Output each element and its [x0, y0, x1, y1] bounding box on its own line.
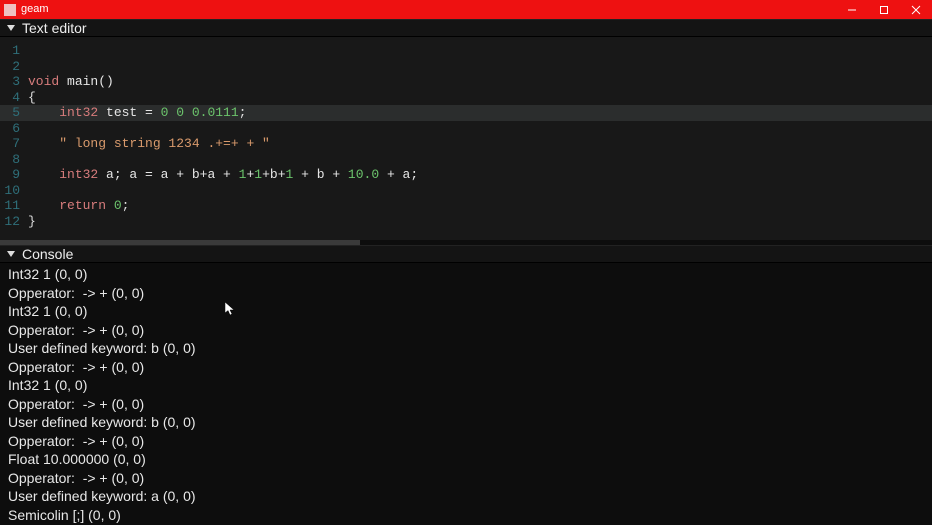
console-line: Int32 1 (0, 0) — [8, 265, 924, 284]
line-code[interactable]: { — [28, 90, 36, 105]
line-number: 7 — [0, 136, 28, 151]
console-line: Int32 1 (0, 0) — [8, 376, 924, 395]
token: a; a = a + b+a + — [106, 167, 239, 182]
token: test = — [106, 105, 161, 120]
app-icon — [4, 4, 16, 16]
line-number: 4 — [0, 90, 28, 105]
minimize-button[interactable] — [836, 0, 868, 19]
console-panel-header[interactable]: Console — [0, 245, 932, 263]
line-number: 2 — [0, 59, 28, 74]
editor-line[interactable]: 9 int32 a; a = a + b+a + 1+1+b+1 + b + 1… — [0, 167, 932, 183]
editor-line[interactable]: 10 — [0, 183, 932, 199]
line-number: 5 — [0, 105, 28, 120]
token: int32 — [59, 105, 106, 120]
line-code[interactable]: int32 a; a = a + b+a + 1+1+b+1 + b + 10.… — [28, 167, 418, 182]
token — [28, 136, 59, 151]
token: + b + — [293, 167, 348, 182]
line-number: 6 — [0, 121, 28, 136]
token: 0 0 0.0111 — [161, 105, 239, 120]
line-number: 3 — [0, 74, 28, 89]
token: +b+ — [262, 167, 285, 182]
maximize-button[interactable] — [868, 0, 900, 19]
console-line: Float 10.000000 (0, 0) — [8, 450, 924, 469]
token: " long string 1234 .+=+ + " — [59, 136, 270, 151]
console-line: Opperator: -> + (0, 0) — [8, 395, 924, 414]
close-button[interactable] — [900, 0, 932, 19]
token: { — [28, 90, 36, 105]
editor-line[interactable]: 8 — [0, 152, 932, 168]
line-number: 1 — [0, 43, 28, 58]
console-line: Semicolin [;] (0, 0) — [8, 506, 924, 525]
console-line: Opperator: -> + (0, 0) — [8, 432, 924, 451]
token: 10.0 — [348, 167, 379, 182]
editor-line[interactable]: 7 " long string 1234 .+=+ + " — [0, 136, 932, 152]
token: main() — [67, 74, 114, 89]
collapse-triangle-icon[interactable] — [6, 23, 16, 33]
console-line: Opperator: -> + (0, 0) — [8, 321, 924, 340]
text-editor[interactable]: 123void main()4{5 int32 test = 0 0 0.011… — [0, 37, 932, 245]
editor-lines[interactable]: 123void main()4{5 int32 test = 0 0 0.011… — [0, 37, 932, 229]
console-line: User defined keyword: b (0, 0) — [8, 339, 924, 358]
editor-panel-header[interactable]: Text editor — [0, 19, 932, 37]
editor-line[interactable]: 3void main() — [0, 74, 932, 90]
line-number: 12 — [0, 214, 28, 229]
collapse-triangle-icon[interactable] — [6, 249, 16, 259]
editor-line[interactable]: 11 return 0; — [0, 198, 932, 214]
line-number: 8 — [0, 152, 28, 167]
token: void — [28, 74, 67, 89]
editor-line[interactable]: 1 — [0, 43, 932, 59]
editor-panel-title: Text editor — [22, 20, 87, 36]
editor-line[interactable]: 2 — [0, 59, 932, 75]
token: int32 — [59, 167, 106, 182]
console-line: User defined keyword: a (0, 0) — [8, 487, 924, 506]
line-code[interactable]: } — [28, 214, 36, 229]
console-line: Opperator: -> + (0, 0) — [8, 469, 924, 488]
token: 0 — [114, 198, 122, 213]
console-panel-title: Console — [22, 246, 73, 262]
console-line: Int32 1 (0, 0) — [8, 302, 924, 321]
editor-line[interactable]: 4{ — [0, 90, 932, 106]
line-code[interactable]: " long string 1234 .+=+ + " — [28, 136, 270, 151]
console-line: Opperator: -> + (0, 0) — [8, 284, 924, 303]
token — [28, 167, 59, 182]
line-code[interactable]: void main() — [28, 74, 114, 89]
console-line: User defined keyword: b (0, 0) — [8, 413, 924, 432]
editor-line[interactable]: 12} — [0, 214, 932, 230]
titlebar[interactable]: geam — [0, 0, 932, 19]
editor-line[interactable]: 5 int32 test = 0 0 0.0111; — [0, 105, 932, 121]
line-number: 10 — [0, 183, 28, 198]
line-number: 11 — [0, 198, 28, 213]
token: return — [59, 198, 114, 213]
console-line: Opperator: -> + (0, 0) — [8, 358, 924, 377]
line-number: 9 — [0, 167, 28, 182]
line-code[interactable]: int32 test = 0 0 0.0111; — [28, 105, 246, 120]
token — [28, 105, 59, 120]
scrollbar-thumb[interactable] — [0, 240, 360, 245]
window-title: geam — [21, 0, 49, 19]
editor-horizontal-scrollbar[interactable] — [0, 240, 932, 245]
token: 1 — [254, 167, 262, 182]
token — [28, 198, 59, 213]
console-output[interactable]: Int32 1 (0, 0)Opperator: -> + (0, 0)Int3… — [0, 263, 932, 524]
token: } — [28, 214, 36, 229]
editor-line[interactable]: 6 — [0, 121, 932, 137]
line-code[interactable]: return 0; — [28, 198, 129, 213]
token: ; — [122, 198, 130, 213]
token: + a; — [379, 167, 418, 182]
token: ; — [239, 105, 247, 120]
